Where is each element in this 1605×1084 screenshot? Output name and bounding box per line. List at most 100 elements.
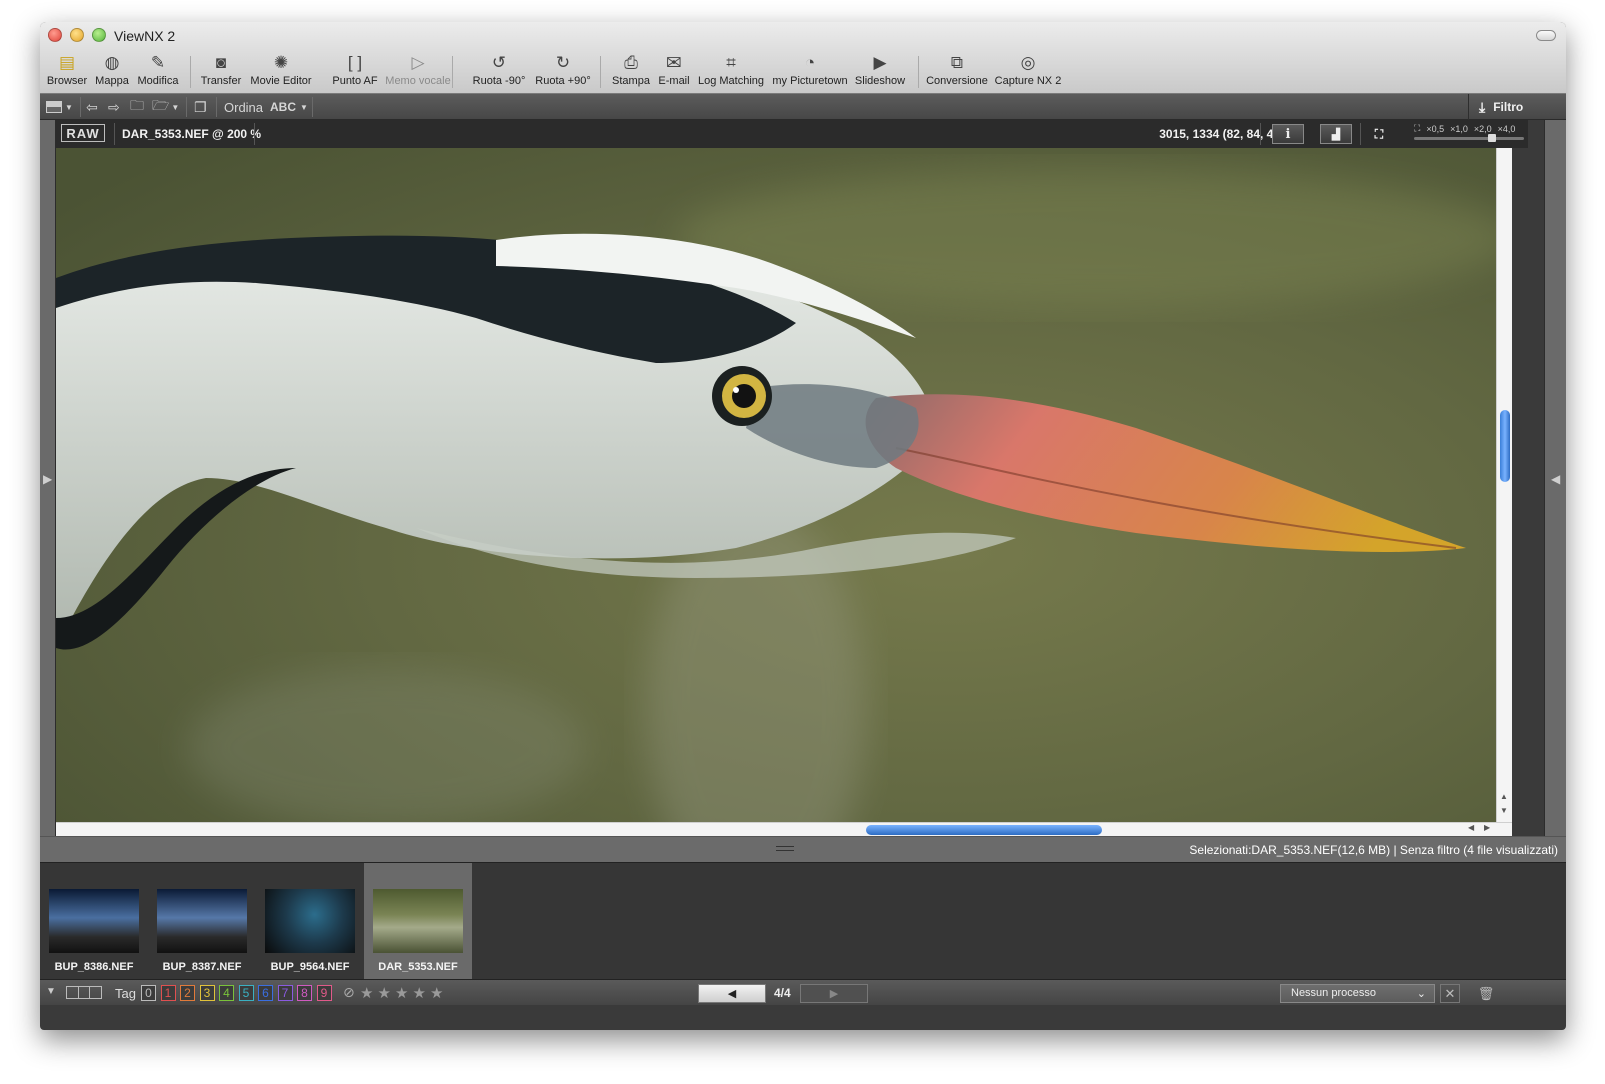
transfer-label: Transfer xyxy=(200,75,242,87)
my-picturetown-button[interactable]: ◔ my Picturetown xyxy=(770,52,850,87)
main-toolbar: ▤ Browser ◍ Mappa ✎ Modifica ◙ Transfer ✺ Movie E… xyxy=(40,52,1566,92)
chevron-down-icon: ▼ xyxy=(300,102,308,112)
punto-af-label: Punto AF xyxy=(332,75,378,87)
zoom-control[interactable]: ⛶ ×0,5 ×1,0 ×2,0 ×4,0 xyxy=(1414,123,1524,142)
tag-button-0[interactable]: 0 xyxy=(141,985,156,1001)
histogram-icon: ▟ xyxy=(1331,128,1341,141)
left-panel-collapsed[interactable]: ▶ xyxy=(40,120,56,862)
scroll-up-icon[interactable]: ▲ xyxy=(1500,792,1508,801)
thumbnail-label: BUP_8387.NEF xyxy=(162,961,242,973)
star-icon[interactable]: ★ xyxy=(413,984,426,1002)
image-viewer[interactable] xyxy=(56,148,1496,822)
layout-icon xyxy=(46,101,62,113)
secondary-toolbar: ▼ ⇦ ⇨ 🗀 🗁 ▼ ❐ Ordina ABC ▼ ⤓ Filtro xyxy=(40,94,1566,120)
tag-label: Tag xyxy=(115,986,136,1001)
fit-screen-button[interactable]: ⛶ xyxy=(1368,124,1390,144)
tag-button-1[interactable]: 1 xyxy=(160,985,176,1001)
zoom-slider[interactable] xyxy=(1414,134,1524,142)
star-icon[interactable]: ★ xyxy=(430,984,443,1002)
thumbnail-item[interactable]: BUP_8386.NEF xyxy=(40,863,148,980)
tag-button-6[interactable]: 6 xyxy=(258,985,273,1001)
thumbnail-item[interactable]: BUP_8387.NEF xyxy=(148,863,256,980)
filmstrip-view-button[interactable] xyxy=(66,986,102,999)
zoom-level-2[interactable]: ×2,0 xyxy=(1474,124,1492,134)
ruota-pos-label: Ruota +90° xyxy=(535,75,591,87)
horizontal-scrollbar[interactable]: ◀ ▶ xyxy=(56,822,1512,836)
picturetown-icon: ◔ xyxy=(804,53,816,72)
parent-folder-button[interactable]: 🗀 xyxy=(130,97,144,116)
log-matching-button[interactable]: ⌗ Log Matching xyxy=(691,52,771,87)
capture-nx-button[interactable]: ◎ Capture NX 2 xyxy=(988,52,1068,87)
conversione-button[interactable]: ⧉ Conversione xyxy=(917,52,997,87)
toolbar-separator xyxy=(190,56,191,88)
layout-menu-button[interactable]: ▼ xyxy=(46,98,73,116)
chevron-down-icon: ▼ xyxy=(171,102,180,112)
tag-button-8[interactable]: 8 xyxy=(297,985,312,1001)
tag-button-2[interactable]: 2 xyxy=(180,985,195,1001)
capture-nx-label: Capture NX 2 xyxy=(994,75,1062,87)
edit-icon: ✎ xyxy=(150,53,166,72)
slideshow-button[interactable]: ▶ Slideshow xyxy=(840,52,920,87)
app-window: ViewNX 2 ▤ Browser ◍ Mappa ✎ Modifica ◙ Transfe… xyxy=(40,22,1566,1030)
next-image-button[interactable]: ▶ xyxy=(800,984,868,1003)
tag-button-3[interactable]: 3 xyxy=(199,985,215,1001)
trash-button[interactable]: 🗑 xyxy=(1476,984,1496,1003)
histogram-button[interactable]: ▟ xyxy=(1320,124,1352,144)
scroll-left-icon[interactable]: ◀ xyxy=(1468,823,1474,832)
toolbar-toggle-button[interactable] xyxy=(1536,30,1556,41)
tag-button-7[interactable]: 7 xyxy=(277,985,293,1001)
forward-button[interactable]: ⇨ xyxy=(108,98,120,116)
vertical-scrollbar[interactable]: ▲ ▼ xyxy=(1496,148,1512,822)
zoom-window-button[interactable] xyxy=(92,28,106,42)
splitter-grip[interactable] xyxy=(776,846,794,851)
horizontal-scroll-thumb[interactable] xyxy=(866,825,1102,835)
thumbnail-item[interactable]: BUP_9564.NEF xyxy=(256,863,364,980)
info-icon: i xyxy=(1285,126,1291,142)
window-mode-button[interactable]: ❐ xyxy=(194,98,207,116)
scroll-right-icon[interactable]: ▶ xyxy=(1484,823,1490,832)
collapse-filmstrip-button[interactable]: ▼ xyxy=(46,986,56,997)
zoom-level-1[interactable]: ×1,0 xyxy=(1450,124,1468,134)
star-icon[interactable]: ★ xyxy=(360,984,373,1002)
sort-menu-button[interactable]: ABC ▼ xyxy=(270,98,308,116)
filmstrip-icon xyxy=(67,987,79,998)
process-select[interactable]: Nessun processo ⌄ xyxy=(1280,984,1435,1003)
folder-menu-button[interactable]: 🗁 ▼ xyxy=(152,97,180,116)
af-point-icon: [ ] xyxy=(347,53,363,72)
trash-icon: 🗑 xyxy=(1477,985,1495,1001)
right-panel-collapsed[interactable]: ◀ xyxy=(1544,120,1566,862)
sort-value: ABC xyxy=(270,100,296,114)
no-rating-button[interactable]: ⊘ xyxy=(343,984,355,1001)
thumbnail-item[interactable]: DAR_5353.NEF xyxy=(364,863,472,980)
memo-vocale-button[interactable]: ▷ Memo vocale xyxy=(378,52,458,87)
info-button[interactable]: i xyxy=(1272,124,1304,144)
filter-button[interactable]: ⤓ Filtro xyxy=(1468,94,1566,120)
star-icon[interactable]: ★ xyxy=(395,984,408,1002)
triangle-down-icon: ▼ xyxy=(46,986,56,997)
image-info-bar: RAW DAR_5353.NEF @ 200 % 3015, 1334 (82,… xyxy=(56,120,1528,148)
thumbnail-label: DAR_5353.NEF xyxy=(378,961,458,973)
arrow-right-icon: ⇨ xyxy=(108,98,120,115)
back-button[interactable]: ⇦ xyxy=(86,98,98,116)
minimize-window-button[interactable] xyxy=(70,28,84,42)
zoom-fit-icon: ⛶ xyxy=(1414,123,1421,133)
scroll-down-icon[interactable]: ▼ xyxy=(1500,806,1508,815)
movie-editor-button[interactable]: ✺ Movie Editor xyxy=(241,52,321,87)
download-icon: ⤓ xyxy=(1479,98,1486,115)
chevron-down-icon: ▼ xyxy=(65,102,73,112)
zoom-slider-knob[interactable] xyxy=(1488,134,1496,142)
zoom-level-3[interactable]: ×4,0 xyxy=(1498,124,1516,134)
previous-image-button[interactable]: ◀ xyxy=(698,984,766,1003)
star-icon[interactable]: ★ xyxy=(378,984,391,1002)
thumbnail-label: BUP_8386.NEF xyxy=(54,961,134,973)
next-icon: ▶ xyxy=(829,988,839,1000)
vertical-scroll-thumb[interactable] xyxy=(1500,410,1510,482)
cancel-process-button[interactable]: ✕ xyxy=(1440,984,1460,1003)
zoom-level-0[interactable]: ×0,5 xyxy=(1426,124,1444,134)
pixel-info: 3015, 1334 (82, 84, 47) xyxy=(1159,127,1284,141)
tag-button-9[interactable]: 9 xyxy=(316,985,332,1001)
rotate-left-icon: ↺ xyxy=(491,53,507,72)
tag-button-5[interactable]: 5 xyxy=(238,985,254,1001)
close-window-button[interactable] xyxy=(48,28,62,42)
tag-button-4[interactable]: 4 xyxy=(219,985,234,1001)
